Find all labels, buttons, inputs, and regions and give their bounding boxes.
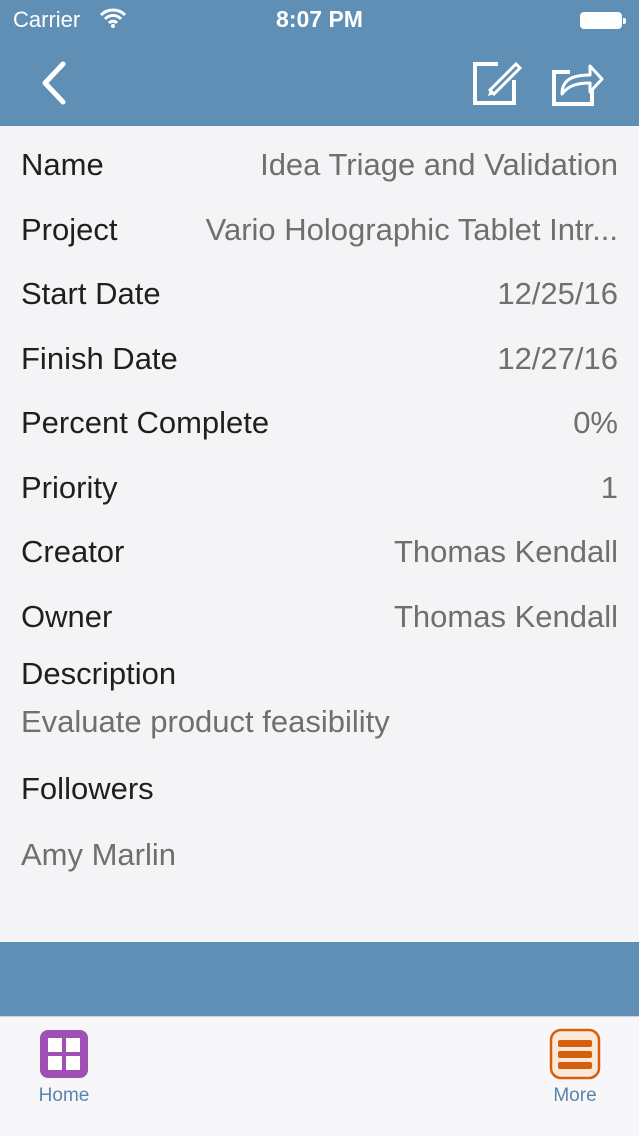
field-label: Project: [21, 212, 118, 247]
back-button[interactable]: [32, 58, 76, 108]
field-value: 12/25/16: [497, 276, 618, 311]
detail-row-project[interactable]: Project Vario Holographic Tablet Intr...: [21, 206, 618, 254]
tab-home[interactable]: Home: [19, 1027, 109, 1107]
follower-item[interactable]: Amy Marlin: [21, 837, 176, 873]
tab-bar: Home More: [0, 1016, 639, 1136]
field-label: Priority: [21, 470, 118, 505]
status-bar: Carrier 8:07 PM: [0, 0, 639, 40]
field-value: Vario Holographic Tablet Intr...: [205, 212, 618, 247]
detail-row-owner[interactable]: Owner Thomas Kendall: [21, 593, 618, 641]
tab-more-label: More: [553, 1085, 597, 1106]
toolbar-band: [0, 942, 639, 1016]
detail-row-name: Name Idea Triage and Validation: [21, 141, 618, 189]
detail-row-priority: Priority 1: [21, 464, 618, 512]
edit-button[interactable]: [468, 56, 524, 110]
field-value: 0%: [573, 405, 618, 440]
share-icon: [552, 64, 604, 106]
battery-icon: [580, 12, 626, 29]
detail-row-creator: Creator Thomas Kendall: [21, 528, 618, 576]
field-label: Name: [21, 147, 104, 182]
tab-home-label: Home: [38, 1085, 90, 1106]
share-button[interactable]: [548, 58, 606, 108]
field-label: Finish Date: [21, 341, 178, 376]
field-value: Thomas Kendall: [393, 534, 618, 569]
chevron-left-icon: [42, 61, 66, 105]
more-menu-icon: [549, 1028, 601, 1080]
field-value: Thomas Kendall: [393, 599, 618, 634]
nav-header: Carrier 8:07 PM: [0, 0, 639, 126]
field-value: 12/27/16: [497, 341, 618, 376]
field-label: Owner: [21, 599, 113, 634]
tab-more[interactable]: More: [530, 1027, 620, 1107]
field-value: Idea Triage and Validation: [260, 147, 618, 182]
task-details: Name Idea Triage and Validation Project …: [0, 126, 639, 942]
compose-icon: [473, 61, 523, 105]
detail-row-percent-complete: Percent Complete 0%: [21, 399, 618, 447]
description-label: Description: [21, 656, 177, 691]
field-label: Percent Complete: [21, 405, 270, 440]
detail-row-start-date: Start Date 12/25/16: [21, 270, 618, 318]
field-label: Creator: [21, 534, 125, 569]
field-value: 1: [600, 470, 618, 505]
description-value: Evaluate product feasibility: [21, 704, 390, 739]
home-grid-icon: [40, 1030, 88, 1078]
field-label: Start Date: [21, 276, 161, 311]
status-time: 8:07 PM: [276, 6, 363, 32]
detail-row-finish-date: Finish Date 12/27/16: [21, 335, 618, 383]
followers-label: Followers: [21, 771, 154, 806]
